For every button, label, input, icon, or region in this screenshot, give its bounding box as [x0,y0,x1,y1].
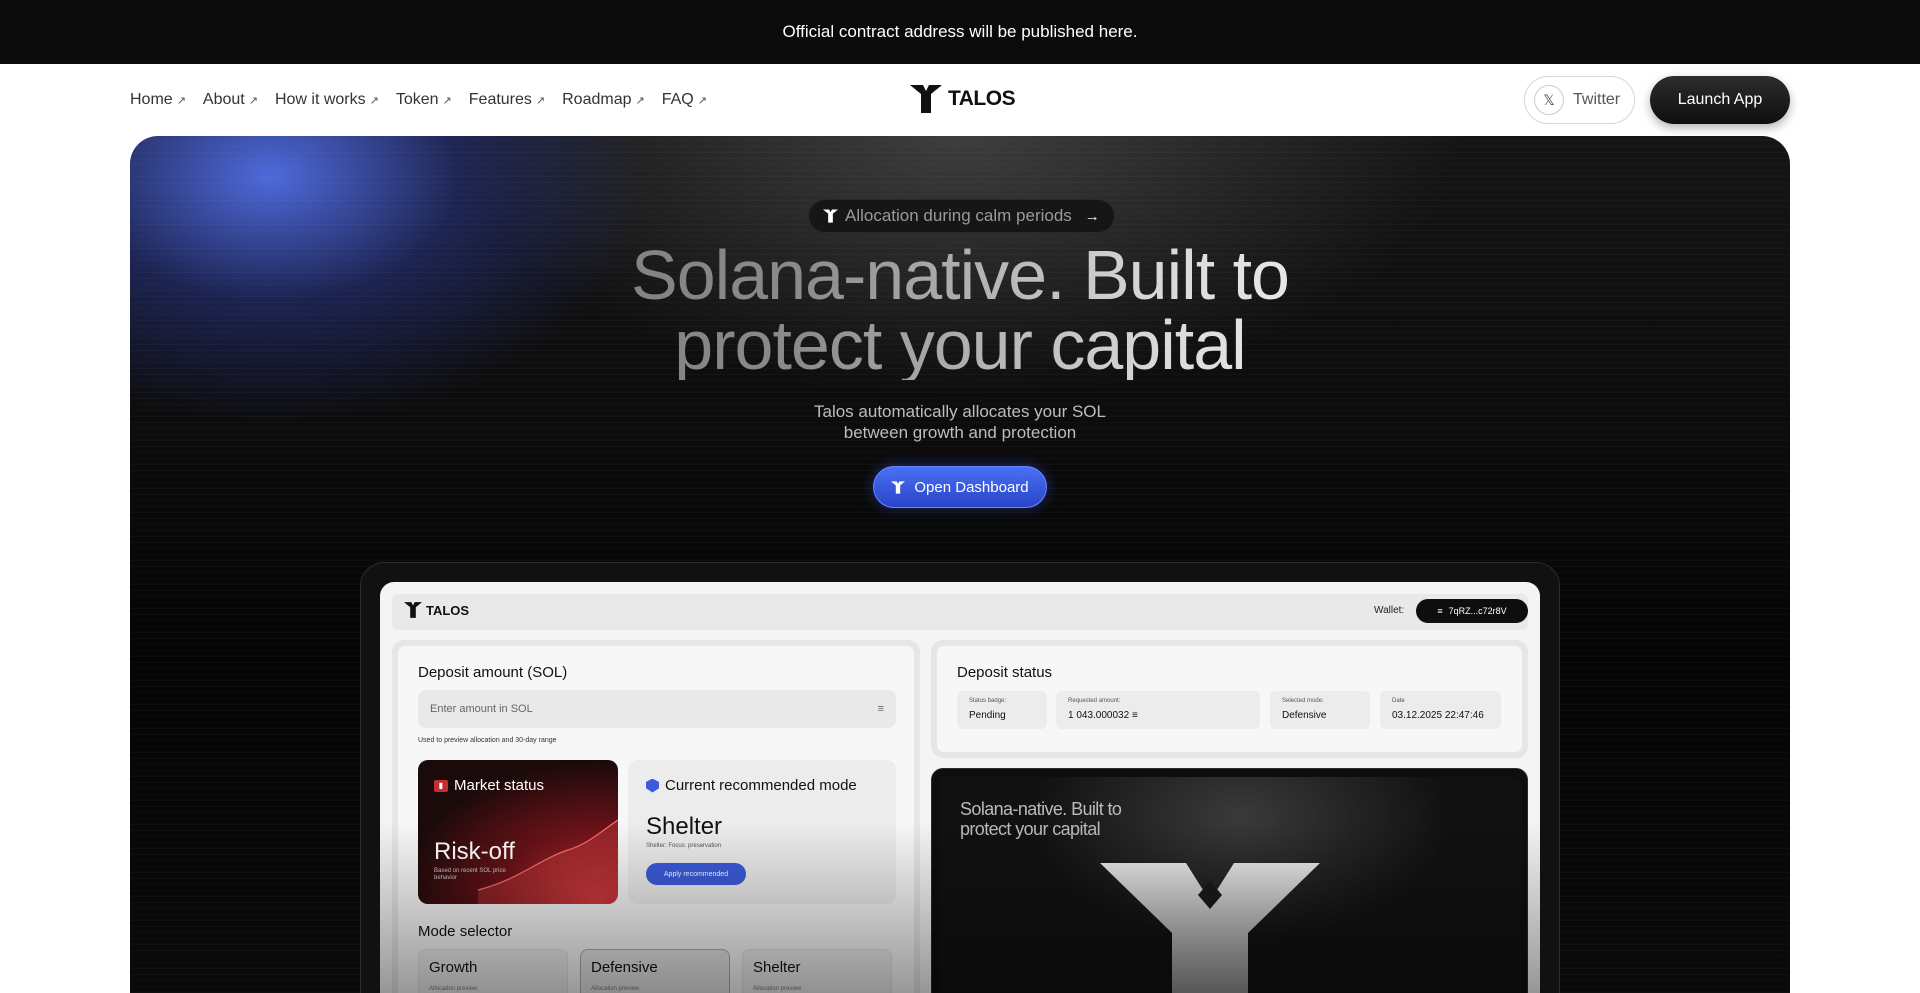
promo-headline: Solana-native. Built to protect your cap… [960,799,1122,839]
nav-link-home[interactable]: Home ↗ [130,91,186,109]
status-badge: Pending [969,710,1006,721]
selected-mode-field: Selected mode: Defensive [1270,691,1370,729]
nav-link-how-it-works[interactable]: How it works ↗ [275,91,379,109]
announcement-pill[interactable]: Allocation during calm periods → [808,199,1115,233]
talos-logo-icon [910,85,942,113]
solana-icon: ≡ [1437,606,1443,616]
external-arrow-icon: ↗ [697,94,707,107]
announcement-text: Official contract address will be publis… [782,22,1138,41]
market-status-card: ▮ Market status Risk-off Based on recent … [418,760,618,904]
market-status-value: Risk-off [434,838,515,865]
nav-link-features[interactable]: Features ↗ [469,91,545,109]
talos-logo-icon [891,480,906,494]
nav-link-token[interactable]: Token ↗ [396,91,452,109]
launch-app-button[interactable]: Launch App [1650,76,1790,124]
deposit-status-card: Deposit status Status badge: Pending Req… [931,640,1528,758]
deposit-hint: Used to preview allocation and 30-day ra… [418,737,557,744]
hero-headline: Solana-native. Built to protect your cap… [130,240,1790,380]
nav-links: Home ↗ About ↗ How it works ↗ Token ↗ Featur… [130,64,707,136]
status-badge-field: Status badge: Pending [957,691,1047,729]
mode-option-shelter[interactable]: Shelter Allocation preview [742,949,892,993]
talos-large-logo-icon [1100,863,1320,993]
sol-amount-input[interactable]: Enter amount in SOL ≡ [418,690,896,728]
talos-logo-icon [823,209,838,223]
arrow-right-icon: → [1084,207,1100,225]
recommended-mode-note: Shelter: Focus: preservation [646,843,722,849]
wallet-label: Wallet: [1374,605,1405,616]
x-icon: 𝕏 [1534,85,1564,115]
market-status-note: Based on recent SOL price behavior [434,868,506,881]
recommended-mode-value: Shelter [646,813,723,840]
recommended-mode-card: Current recommended mode Shelter Shelter… [628,760,896,904]
twitter-label: Twitter [1573,91,1621,108]
deposit-card: Deposit amount (SOL) Enter amount in SOL… [392,640,920,993]
nav-link-faq[interactable]: FAQ ↗ [662,91,707,109]
mode-selector-title: Mode selector [418,923,513,940]
brand-logo[interactable]: TALOS [910,85,1016,113]
deposit-status-title: Deposit status [957,664,1053,681]
shield-icon [646,778,659,793]
announcement-bar: Official contract address will be publis… [0,0,1920,64]
chart-icon: ▮ [434,779,448,792]
external-arrow-icon: ↗ [248,94,258,107]
external-arrow-icon: ↗ [176,94,186,107]
hero-section: Allocation during calm periods → Solana-… [130,136,1790,993]
twitter-button[interactable]: 𝕏 Twitter [1524,76,1635,124]
nav-link-roadmap[interactable]: Roadmap ↗ [562,91,645,109]
external-arrow-icon: ↗ [369,94,379,107]
external-arrow-icon: ↗ [635,94,645,107]
pill-label: Allocation during calm periods [845,206,1072,225]
headline-line-1: Solana-native. Built to [631,236,1289,314]
top-nav: Home ↗ About ↗ How it works ↗ Token ↗ Featur… [0,64,1920,136]
requested-amount-field: Requested amount: 1 043.000032 ≡ [1056,691,1260,729]
external-arrow-icon: ↗ [442,94,452,107]
dashboard-preview-frame: TALOS Wallet: ≡ 7qRZ...c72r8V Deposit am… [360,562,1560,993]
date-field: Date 03.12.2025 22:47:46 [1380,691,1501,729]
wallet-chip[interactable]: ≡ 7qRZ...c72r8V [1416,599,1528,623]
nav-link-about[interactable]: About ↗ [203,91,258,109]
hero-subtitle: Talos automatically allocates your SOL b… [814,402,1106,442]
solana-icon: ≡ [1131,710,1138,721]
dashboard-preview: TALOS Wallet: ≡ 7qRZ...c72r8V Deposit am… [380,582,1540,993]
mode-option-defensive[interactable]: Defensive Allocation preview [580,949,730,993]
open-dashboard-button[interactable]: Open Dashboard [873,466,1047,508]
apply-recommended-button[interactable]: Apply recommended [646,863,746,885]
talos-logo-icon [404,602,422,618]
solana-icon: ≡ [877,703,884,715]
brand-name: TALOS [948,87,1016,110]
headline-line-2: protect your capital [674,306,1246,384]
promo-panel: Solana-native. Built to protect your cap… [931,768,1528,993]
app-header: TALOS Wallet: ≡ 7qRZ...c72r8V [392,594,1528,630]
deposit-title: Deposit amount (SOL) [418,664,568,681]
external-arrow-icon: ↗ [535,94,546,107]
app-brand: TALOS [404,602,469,618]
mode-option-growth[interactable]: Growth Allocation preview [418,949,568,993]
